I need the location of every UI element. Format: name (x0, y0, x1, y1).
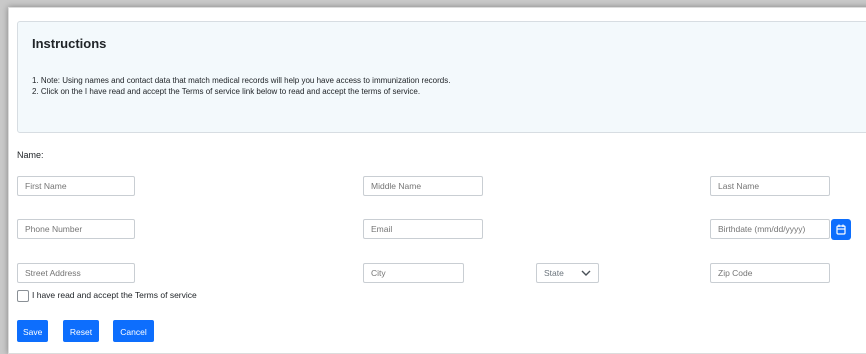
city-input[interactable] (363, 263, 464, 283)
state-select[interactable]: State (536, 263, 599, 283)
chevron-down-icon (581, 270, 591, 276)
first-name-input[interactable] (17, 176, 135, 196)
phone-number-input[interactable] (17, 219, 135, 239)
middle-name-input[interactable] (363, 176, 483, 196)
terms-label[interactable]: I have read and accept the Terms of serv… (32, 290, 197, 301)
calendar-icon (836, 224, 846, 235)
terms-checkbox[interactable] (17, 290, 29, 302)
zip-code-input[interactable] (710, 263, 830, 283)
instruction-item: 1. Note: Using names and contact data th… (32, 76, 451, 85)
last-name-input[interactable] (710, 176, 830, 196)
name-label: Name: (17, 150, 44, 160)
instructions-title: Instructions (32, 36, 107, 51)
instructions-panel: Instructions 1. Note: Using names and co… (17, 21, 866, 133)
save-button[interactable]: Save (17, 320, 48, 342)
street-address-input[interactable] (17, 263, 135, 283)
instruction-item: 2. Click on the I have read and accept t… (32, 87, 421, 96)
reset-button[interactable]: Reset (63, 320, 99, 342)
instructions-list: 1. Note: Using names and contact data th… (18, 75, 450, 97)
email-input[interactable] (363, 219, 483, 239)
calendar-button[interactable] (831, 219, 851, 240)
state-select-value: State (544, 268, 564, 278)
birthdate-input[interactable] (710, 219, 830, 239)
cancel-button[interactable]: Cancel (113, 320, 154, 342)
